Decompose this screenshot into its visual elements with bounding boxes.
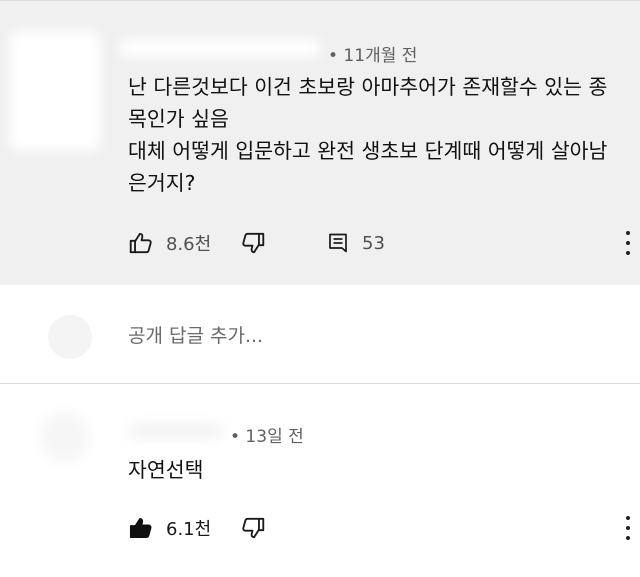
comment-timestamp: • 11개월 전 — [328, 46, 418, 66]
more-vertical-icon[interactable] — [625, 231, 631, 255]
thumbs-up-icon — [128, 515, 154, 541]
thumbs-down-icon — [240, 230, 266, 256]
comment-card: • 13일 전 자연선택 6.1천 — [0, 384, 640, 577]
author-avatar[interactable] — [10, 31, 100, 151]
dislike-button[interactable] — [240, 227, 266, 259]
comment-text-line: 난 다른것보다 이건 초보랑 아마추어가 존재할수 있는 종 — [128, 75, 608, 99]
comment-text: 난 다른것보다 이건 초보랑 아마추어가 존재할수 있는 종 목인가 싶음 대체… — [128, 71, 628, 199]
comment-icon — [326, 231, 350, 255]
comment-text-line: 은거지? — [128, 171, 196, 195]
comment-actions: 6.1천 — [128, 512, 638, 544]
comment-text-line: 대체 어떻게 입문하고 완전 생초보 단계때 어떻게 살아남 — [128, 139, 608, 163]
comment-actions: 8.6천 53 — [128, 227, 638, 259]
thumbs-up-icon — [128, 230, 154, 256]
like-count: 8.6천 — [166, 234, 212, 255]
author-name[interactable] — [128, 424, 223, 438]
more-vertical-icon[interactable] — [625, 516, 631, 540]
comment-text-line: 목인가 싶음 — [128, 107, 229, 131]
reply-count: 53 — [362, 232, 385, 254]
replies-button[interactable]: 53 — [326, 227, 385, 259]
author-avatar[interactable] — [40, 412, 90, 462]
dislike-button[interactable] — [240, 512, 266, 544]
reply-input[interactable]: 공개 답글 추가... — [128, 321, 263, 348]
like-button[interactable]: 8.6천 — [128, 227, 211, 259]
comment-timestamp: • 13일 전 — [230, 427, 304, 447]
like-button[interactable]: 6.1천 — [128, 512, 211, 544]
author-name[interactable] — [120, 39, 320, 57]
comment-card-highlighted: • 11개월 전 난 다른것보다 이건 초보랑 아마추어가 존재할수 있는 종 … — [0, 0, 640, 286]
thumbs-down-icon — [240, 515, 266, 541]
comment-text: 자연선택 — [128, 458, 204, 482]
like-count: 6.1천 — [166, 519, 212, 540]
reply-box: 공개 답글 추가... — [0, 285, 640, 383]
avatar — [48, 315, 92, 359]
